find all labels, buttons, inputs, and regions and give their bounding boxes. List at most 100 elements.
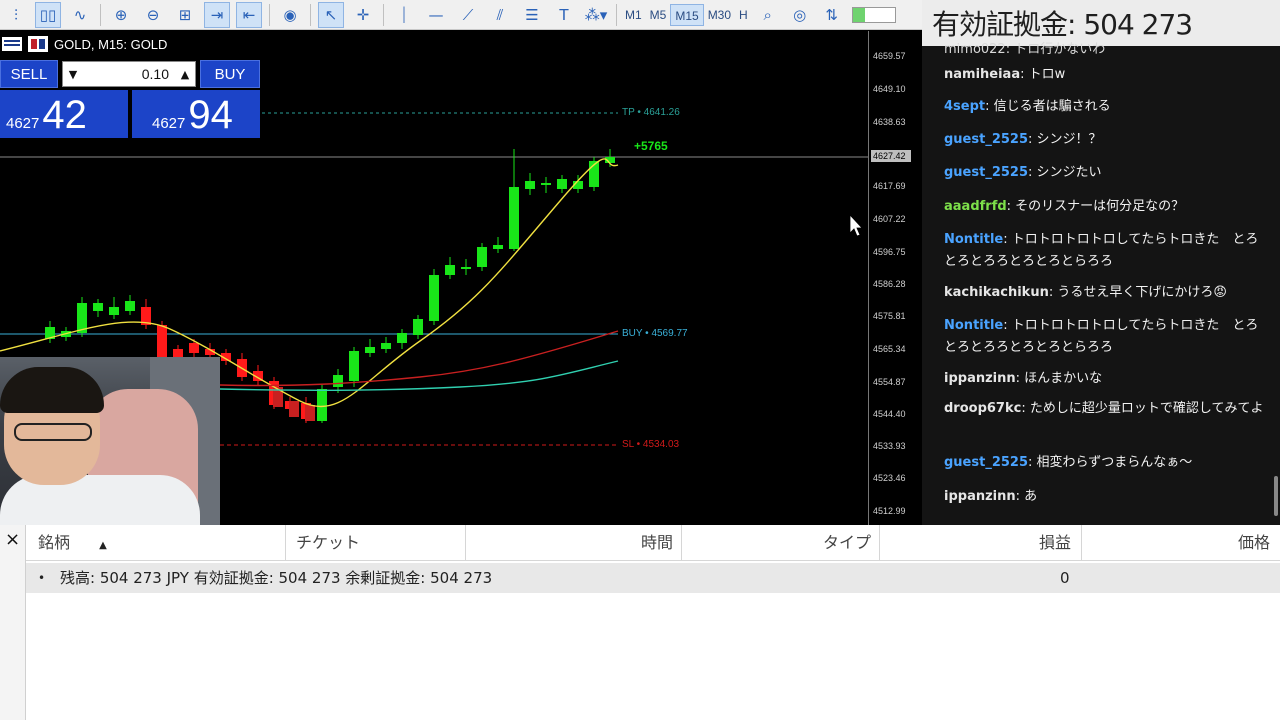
balance-summary-row[interactable]: • 残高: 504 273 JPY 有効証拠金: 504 273 余剰証拠金: … (26, 563, 1280, 593)
lot-increase-icon[interactable]: ▲ (175, 68, 195, 81)
candle-body (173, 349, 183, 357)
close-icon[interactable]: × (5, 529, 20, 550)
chart-shift-icon[interactable]: ⇤ (236, 1, 262, 28)
chat-username[interactable]: namiheiaa (944, 67, 1020, 82)
chat-username[interactable]: Nontitle (944, 232, 1003, 247)
column-header-profit[interactable]: 損益 (880, 525, 1082, 561)
ask-price-prefix: 4627 (152, 115, 186, 132)
candle-body (397, 333, 407, 343)
chat-scrollbar[interactable] (1274, 476, 1278, 516)
buy-line-label[interactable]: BUY • 4569.77 (622, 328, 688, 339)
chat-username[interactable]: guest_2525 (944, 132, 1028, 147)
timeframe-h[interactable]: H (735, 4, 752, 26)
chat-message: Nontitle: トロトロトロトロしてたらトロきた とろとろとろろとろとろとら… (944, 315, 1264, 359)
chart-menu-icon[interactable] (2, 37, 22, 51)
live-chat-panel: mimo022: トロ行かないわ namiheiaa: トロw 4sept: 信じ… (922, 42, 1280, 525)
chat-username[interactable]: guest_2525 (944, 455, 1028, 470)
candle-body (189, 343, 199, 353)
sl-line-label[interactable]: SL • 4534.03 (622, 439, 679, 450)
chat-message: droop67kc: ためしに超少量ロットで確認してみてよ (944, 398, 1264, 420)
ask-price-box[interactable]: 4627 94 (132, 90, 260, 138)
candlestick-icon[interactable]: ▯▯ (35, 1, 61, 28)
column-header-symbol[interactable]: 銘柄 ▲ (26, 525, 286, 561)
column-header-ticket[interactable]: チケット (286, 525, 466, 561)
timeframe-m30[interactable]: M30 (704, 4, 735, 26)
buy-button[interactable]: BUY (200, 60, 260, 88)
grid-icon[interactable]: ⊞ (172, 2, 198, 28)
chat-username[interactable]: ippanzinn (944, 489, 1016, 504)
chat-username[interactable]: kachikachikun (944, 285, 1049, 300)
mouse-cursor-icon (849, 213, 863, 237)
candle-body (429, 275, 439, 321)
symbol-logo-icon (28, 36, 48, 52)
column-header-type[interactable]: タイプ (682, 525, 880, 561)
candle-body (109, 307, 119, 315)
chat-text: : ためしに超少量ロットで確認してみてよ (1021, 401, 1264, 416)
chart-type-bar-icon[interactable]: ⫶ (3, 2, 29, 28)
zoom-in-icon[interactable]: ⊕ (108, 2, 134, 28)
lot-size-input[interactable]: 0.10 (83, 66, 175, 82)
candle-body (461, 267, 471, 269)
horizontal-line-icon[interactable]: — (423, 2, 449, 28)
column-header-label: タイプ (822, 533, 871, 552)
tp-line-label[interactable]: TP • 4641.26 (622, 107, 680, 118)
trade-table-header: 銘柄 ▲ チケット 時間 タイプ 損益 価格 (26, 525, 1280, 561)
candle-body (525, 181, 535, 189)
timeframe-m5[interactable]: M5 (646, 4, 671, 26)
chat-username[interactable]: Nontitle (944, 318, 1003, 333)
candle-body (333, 375, 343, 387)
vertical-line-icon[interactable]: ⏐ (391, 2, 417, 28)
toolbar-divider (269, 3, 270, 26)
balance-summary-text: 残高: 504 273 JPY 有効証拠金: 504 273 余剰証拠金: 50… (60, 569, 493, 587)
column-header-price[interactable]: 価格 (1082, 525, 1280, 561)
algo-trading-icon[interactable]: ⇅ (819, 2, 845, 28)
price-tick: 4617.69 (873, 181, 906, 191)
screenshot-icon[interactable]: ◉ (277, 2, 303, 28)
chat-username[interactable]: ippanzinn (944, 371, 1016, 386)
chat-message: ippanzinn: ほんまかいな (944, 368, 1264, 390)
chat-message: namiheiaa: トロw (944, 64, 1264, 86)
price-tick: 4607.22 (873, 214, 906, 224)
moving-average-red (219, 330, 619, 387)
column-header-time[interactable]: 時間 (466, 525, 682, 561)
trendline-icon[interactable]: ⟋ (455, 2, 481, 28)
chat-message: kachikachikun: うるせえ早く下げにかけろ😡 (944, 282, 1264, 304)
crosshair-icon[interactable]: ✛ (350, 2, 376, 28)
chart-symbol-label: GOLD, M15: GOLD (54, 36, 168, 52)
chat-text: : 信じる者は騙される (985, 99, 1111, 114)
chat-username[interactable]: 4sept (944, 99, 985, 114)
lot-size-stepper[interactable]: ▼ 0.10 ▲ (62, 61, 196, 87)
bid-price-pips: 42 (42, 93, 87, 137)
candle-body (445, 265, 455, 275)
candle-body (477, 247, 487, 267)
chat-text: : うるせえ早く下げにかけろ😡 (1048, 285, 1227, 300)
line-chart-icon[interactable]: ∿ (67, 2, 93, 28)
toolbar-divider (310, 3, 311, 26)
price-axis[interactable]: 4659.57 4649.10 4638.63 4627.42 4617.69 … (868, 31, 922, 525)
chat-text: : 相変わらずつまらんなぁ〜 (1028, 455, 1193, 470)
chart-title: GOLD, M15: GOLD (0, 33, 167, 55)
price-tick: 4575.81 (873, 311, 906, 321)
chat-username[interactable]: guest_2525 (944, 165, 1028, 180)
candle-body (509, 187, 519, 249)
channel-icon[interactable]: ⫽ (487, 2, 513, 28)
bid-price-box[interactable]: 4627 42 (0, 90, 128, 138)
timeframe-m15[interactable]: M15 (670, 3, 704, 26)
shapes-icon[interactable]: ⁂▾ (583, 2, 609, 28)
auto-scroll-icon[interactable]: ⇥ (204, 1, 230, 28)
connection-indicator (851, 6, 896, 23)
account-icon[interactable]: ◎ (787, 2, 813, 28)
fibonacci-icon[interactable]: ☰ (519, 2, 545, 28)
chat-username[interactable]: aaadfrfd (944, 199, 1007, 214)
search-icon[interactable]: ⌕ (755, 2, 781, 28)
chat-username[interactable]: droop67kc (944, 401, 1021, 416)
price-tick: 4565.34 (873, 344, 906, 354)
candle-body (365, 347, 375, 353)
text-icon[interactable]: T (551, 2, 577, 28)
lot-decrease-icon[interactable]: ▼ (63, 68, 83, 81)
timeframe-m1[interactable]: M1 (621, 4, 646, 26)
sell-button[interactable]: SELL (0, 60, 58, 88)
cursor-icon[interactable]: ↖ (318, 1, 344, 28)
zoom-out-icon[interactable]: ⊖ (140, 2, 166, 28)
candle-body (381, 343, 391, 349)
